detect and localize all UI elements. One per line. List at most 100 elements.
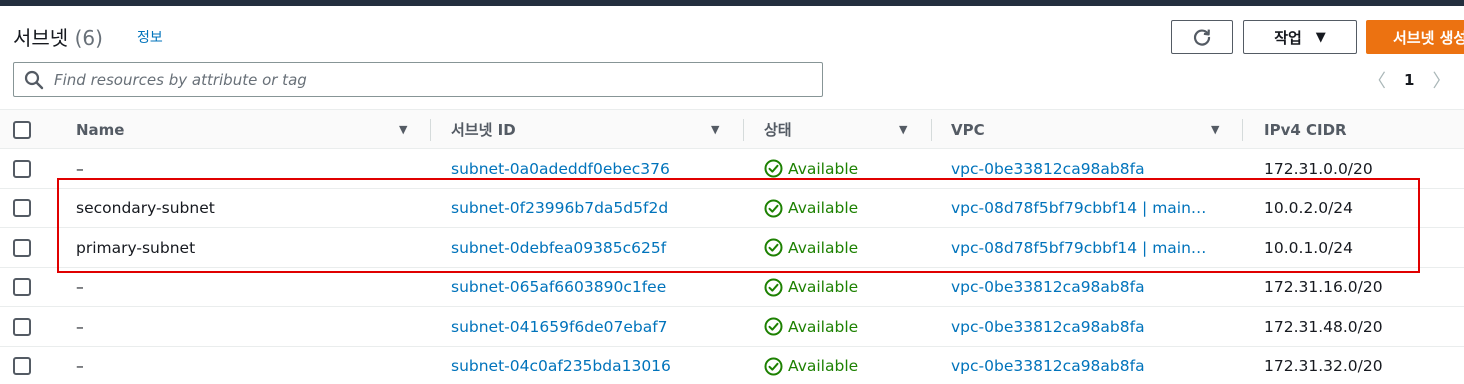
search-input[interactable]: [54, 70, 814, 89]
vpc-link[interactable]: vpc-0be33812ca98ab8fa: [951, 149, 1145, 188]
subnets-table: Name ▼ 서브넷 ID ▼ 상태 ▼ VPC ▼ IPv4 CIDR – s…: [0, 109, 1464, 384]
column-label: 서브넷 ID: [451, 121, 516, 139]
row-select-cell[interactable]: [13, 268, 31, 307]
ipv4-cidr: 172.31.32.0/20: [1264, 357, 1383, 375]
column-label: IPv4 CIDR: [1264, 120, 1347, 139]
vpc-link[interactable]: vpc-0be33812ca98ab8fa: [951, 307, 1145, 346]
column-label: VPC: [951, 120, 985, 139]
subnet-name: –: [76, 357, 84, 375]
status-text: Available: [788, 159, 859, 178]
column-divider[interactable]: [743, 119, 744, 141]
search-icon: [24, 70, 44, 90]
sort-down-icon[interactable]: ▼: [399, 123, 407, 136]
subnet-id-link[interactable]: subnet-041659f6de07ebaf7: [451, 307, 668, 346]
status-text: Available: [788, 238, 859, 257]
column-header-subnet-id[interactable]: 서브넷 ID ▼: [451, 110, 731, 149]
row-select-cell[interactable]: [13, 189, 31, 228]
ipv4-cidr: 10.0.1.0/24: [1264, 238, 1354, 257]
vpc-link[interactable]: vpc-0be33812ca98ab8fa: [951, 347, 1145, 384]
select-all-cell[interactable]: [13, 110, 31, 149]
table-row[interactable]: secondary-subnet subnet-0f23996b7da5d5f2…: [0, 189, 1464, 228]
subnet-id-link[interactable]: subnet-04c0af235bda13016: [451, 347, 671, 384]
vpc-link[interactable]: vpc-08d78f5bf79cbbf14 | main…: [951, 228, 1206, 267]
check-circle-icon: [764, 357, 783, 375]
vpc-link[interactable]: vpc-08d78f5bf79cbbf14 | main…: [951, 189, 1206, 228]
row-checkbox[interactable]: [13, 278, 31, 296]
vpc-link[interactable]: vpc-0be33812ca98ab8fa: [951, 268, 1145, 307]
sort-down-icon[interactable]: ▼: [1211, 123, 1219, 136]
actions-dropdown[interactable]: 작업 ▼: [1243, 20, 1357, 54]
subnet-name: –: [76, 278, 84, 296]
current-page[interactable]: 1: [1404, 71, 1414, 89]
top-nav-bar: [0, 0, 1464, 6]
status-text: Available: [788, 199, 859, 217]
create-subnet-button[interactable]: 서브넷 생성: [1366, 20, 1464, 54]
select-all-checkbox[interactable]: [13, 120, 31, 139]
column-divider[interactable]: [1242, 119, 1243, 141]
column-label: Name: [76, 120, 125, 139]
ipv4-cidr: 172.31.0.0/20: [1264, 159, 1373, 178]
prev-page-icon[interactable]: 〈: [1368, 67, 1386, 93]
check-circle-icon: [764, 317, 783, 336]
status-cell: Available: [764, 347, 858, 384]
refresh-button[interactable]: [1171, 20, 1233, 54]
info-link[interactable]: 정보: [137, 27, 163, 47]
subnet-name: secondary-subnet: [76, 199, 215, 217]
page-title: 서브넷 (6): [13, 22, 103, 51]
sort-down-icon[interactable]: ▼: [711, 123, 719, 136]
status-text: Available: [788, 317, 859, 336]
row-select-cell[interactable]: [13, 149, 31, 188]
check-circle-icon: [764, 278, 783, 296]
table-row[interactable]: – subnet-04c0af235bda13016 Available vpc…: [0, 347, 1464, 384]
status-cell: Available: [764, 268, 858, 307]
next-page-icon[interactable]: 〉: [1432, 67, 1450, 93]
title-text: 서브넷: [13, 26, 69, 50]
status-cell: Available: [764, 307, 858, 346]
ipv4-cidr: 172.31.16.0/20: [1264, 278, 1383, 296]
subnet-name: primary-subnet: [76, 238, 196, 257]
column-header-ipv4-cidr[interactable]: IPv4 CIDR: [1264, 110, 1347, 149]
row-checkbox[interactable]: [13, 199, 31, 217]
check-circle-icon: [764, 159, 783, 178]
actions-label: 작업: [1274, 28, 1302, 47]
status-cell: Available: [764, 189, 858, 228]
subnet-id-link[interactable]: subnet-0a0adeddf0ebec376: [451, 149, 670, 188]
table-row[interactable]: – subnet-065af6603890c1fee Available vpc…: [0, 268, 1464, 307]
status-cell: Available: [764, 149, 858, 188]
table-header: Name ▼ 서브넷 ID ▼ 상태 ▼ VPC ▼ IPv4 CIDR: [0, 109, 1464, 149]
row-checkbox[interactable]: [13, 317, 31, 336]
row-checkbox[interactable]: [13, 159, 31, 178]
table-row[interactable]: – subnet-041659f6de07ebaf7 Available vpc…: [0, 307, 1464, 347]
row-checkbox[interactable]: [13, 238, 31, 257]
table-row[interactable]: primary-subnet subnet-0debfea09385c625f …: [0, 228, 1464, 268]
row-select-cell[interactable]: [13, 347, 31, 384]
column-header-status[interactable]: 상태 ▼: [764, 110, 919, 149]
table-body: – subnet-0a0adeddf0ebec376 Available vpc…: [0, 149, 1464, 384]
status-text: Available: [788, 357, 859, 375]
table-row[interactable]: – subnet-0a0adeddf0ebec376 Available vpc…: [0, 149, 1464, 189]
search-bar[interactable]: [13, 62, 823, 97]
row-select-cell[interactable]: [13, 307, 31, 346]
ipv4-cidr: 172.31.48.0/20: [1264, 317, 1383, 336]
column-label: 상태: [764, 121, 792, 139]
subnet-count: (6): [74, 26, 103, 50]
refresh-icon: [1193, 29, 1211, 46]
pagination: 〈 1 〉: [1368, 67, 1450, 93]
subnet-id-link[interactable]: subnet-0f23996b7da5d5f2d: [451, 189, 668, 228]
column-header-vpc[interactable]: VPC ▼: [951, 110, 1231, 149]
ipv4-cidr: 10.0.2.0/24: [1264, 199, 1354, 217]
column-header-name[interactable]: Name ▼: [76, 110, 416, 149]
subnet-id-link[interactable]: subnet-0debfea09385c625f: [451, 228, 666, 267]
row-select-cell[interactable]: [13, 228, 31, 267]
subnet-name: –: [76, 159, 84, 178]
sort-down-icon[interactable]: ▼: [899, 123, 907, 136]
subnet-name: –: [76, 317, 84, 336]
status-cell: Available: [764, 228, 858, 267]
check-circle-icon: [764, 199, 783, 217]
subnet-id-link[interactable]: subnet-065af6603890c1fee: [451, 268, 666, 307]
status-text: Available: [788, 278, 859, 296]
check-circle-icon: [764, 238, 783, 257]
column-divider[interactable]: [430, 119, 431, 141]
column-divider[interactable]: [931, 119, 932, 141]
row-checkbox[interactable]: [13, 357, 31, 375]
